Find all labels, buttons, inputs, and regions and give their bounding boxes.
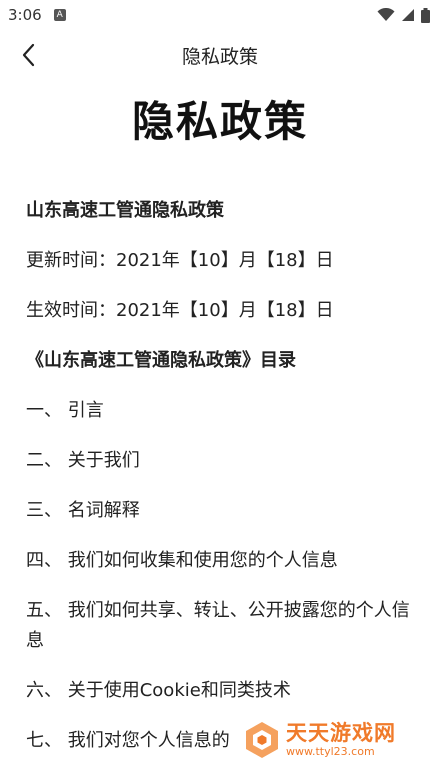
chevron-left-icon	[22, 43, 35, 67]
toc-item: 五、 我们如何共享、转让、公开披露您的个人信息	[26, 600, 410, 651]
signal-icon	[402, 9, 414, 21]
site-logo-icon	[246, 722, 278, 758]
toc-item: 六、 关于使用Cookie和同类技术	[26, 680, 291, 701]
effective-date: 生效时间：2021年【10】月【18】日	[26, 300, 334, 321]
nav-title: 隐私政策	[181, 45, 258, 68]
status-bar: 3:06 A	[0, 0, 440, 30]
nav-bar: 隐私政策	[0, 30, 440, 80]
watermark-logo: 天天游戏网 www.ttyl23.com	[242, 716, 418, 764]
toc-item: 二、 关于我们	[26, 450, 140, 471]
toc-item: 一、 引言	[26, 400, 104, 421]
battery-icon	[421, 7, 430, 23]
status-icons	[377, 7, 430, 23]
watermark-name: 天天游戏网	[286, 721, 396, 745]
wifi-icon	[377, 8, 395, 21]
toc-heading: 《山东高速工管通隐私政策》目录	[26, 350, 296, 371]
status-time: 3:06	[8, 6, 42, 24]
watermark-url: www.ttyl23.com	[286, 745, 375, 758]
toc-item: 四、 我们如何收集和使用您的个人信息	[26, 550, 338, 571]
back-button[interactable]	[12, 38, 46, 72]
notification-icon: A	[53, 9, 66, 21]
toc-item: 三、 名词解释	[26, 500, 140, 521]
policy-name: 山东高速工管通隐私政策	[26, 200, 224, 221]
policy-content[interactable]: 隐私政策 山东高速工管通隐私政策 更新时间：2021年【10】月【18】日 生效…	[0, 80, 440, 770]
document-title: 隐私政策	[131, 97, 308, 146]
updated-date: 更新时间：2021年【10】月【18】日	[26, 250, 334, 271]
